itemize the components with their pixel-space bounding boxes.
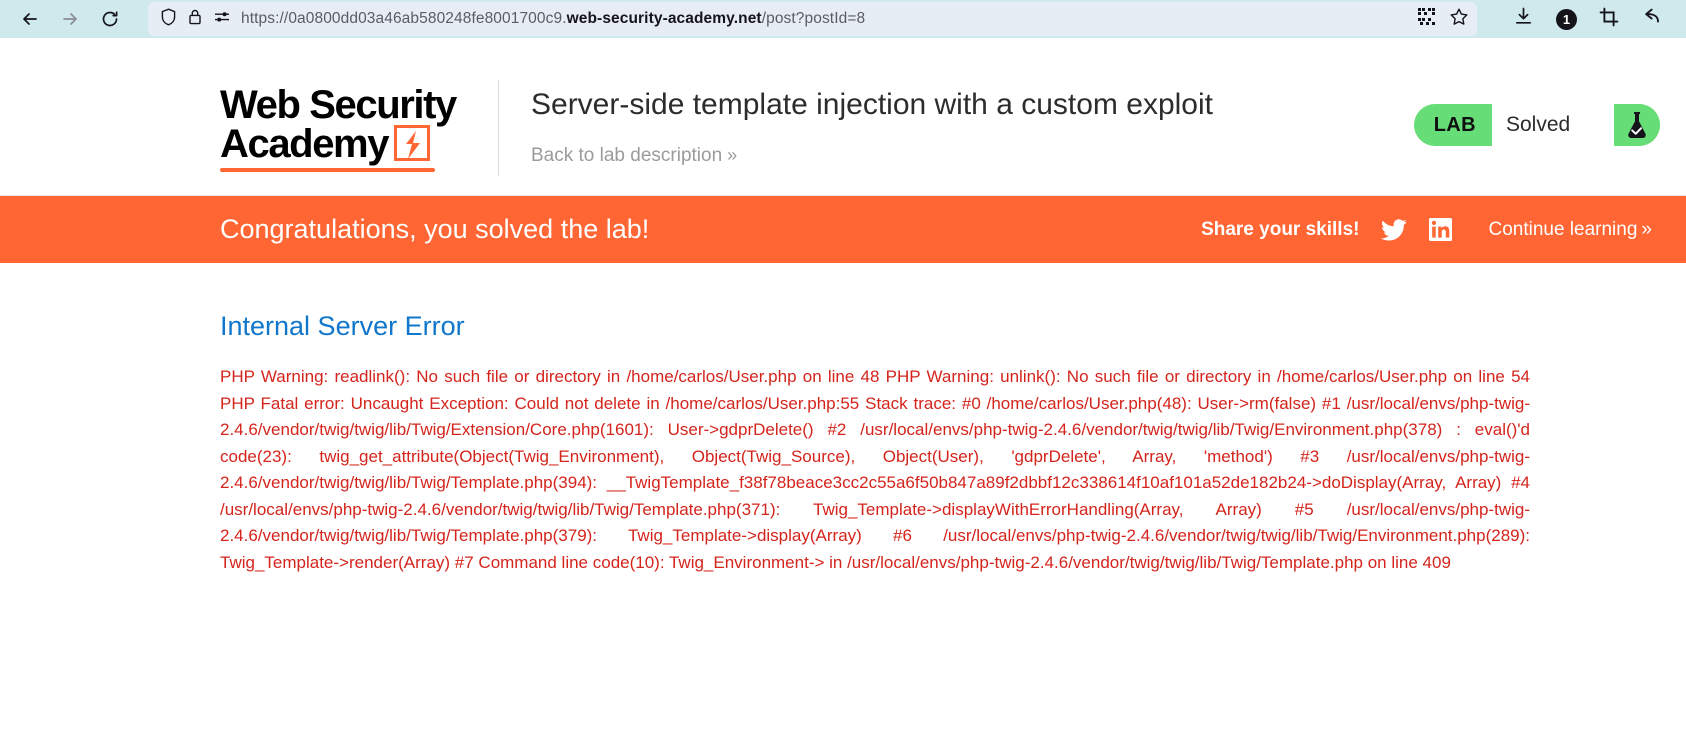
notification-badge[interactable]: 1 xyxy=(1556,8,1577,30)
crop-icon[interactable] xyxy=(1599,7,1619,32)
continue-learning-link[interactable]: Continue learning» xyxy=(1488,218,1651,241)
lightning-bolt-icon xyxy=(394,125,431,162)
download-icon[interactable] xyxy=(1513,6,1534,32)
address-bar[interactable]: https://0a0800dd03a46ab580248fe8001700c9… xyxy=(148,2,1477,36)
undo-arrow-icon[interactable] xyxy=(1641,6,1662,32)
continue-learning-label: Continue learning xyxy=(1488,218,1638,240)
header-titles: Server-side template injection with a cu… xyxy=(499,38,1686,167)
twitter-bird-icon[interactable] xyxy=(1381,218,1408,241)
congratulations-text: Congratulations, you solved the lab! xyxy=(220,214,650,244)
url-prefix: https://0a0800dd03a46ab580248fe8001700c9… xyxy=(241,10,567,27)
banner-actions: Share your skills! Continue learning» xyxy=(1201,218,1666,241)
lab-status-widget[interactable]: LAB Solved xyxy=(1413,104,1660,146)
forward-button[interactable] xyxy=(50,3,90,35)
flask-check-icon xyxy=(1614,104,1660,146)
logo-line-2-row: Academy xyxy=(220,122,480,167)
chevron-right-icon: » xyxy=(1641,218,1651,240)
congratulations-banner: Congratulations, you solved the lab! Sha… xyxy=(0,196,1686,263)
share-skills-label: Share your skills! xyxy=(1201,218,1360,240)
reload-button[interactable] xyxy=(90,3,130,35)
shield-icon[interactable] xyxy=(160,7,177,31)
star-icon[interactable] xyxy=(1449,7,1469,32)
chevron-right-icon: » xyxy=(727,145,737,165)
arrow-right-icon xyxy=(60,9,80,29)
logo-underline xyxy=(220,168,435,173)
url-host: web-security-academy.net xyxy=(566,10,762,27)
qr-code-icon[interactable] xyxy=(1417,7,1436,31)
logo-line-1: Web Security xyxy=(220,83,457,127)
address-bar-indicators xyxy=(156,7,239,31)
linkedin-icon[interactable] xyxy=(1429,218,1453,241)
site-logo[interactable]: Web Security Academy xyxy=(220,38,480,173)
error-heading: Internal Server Error xyxy=(220,311,465,341)
padlock-icon[interactable] xyxy=(188,8,202,31)
browser-actions: 1 xyxy=(1487,6,1676,32)
url-path: /post?postId=8 xyxy=(761,10,866,27)
reload-icon xyxy=(100,9,120,29)
lab-tag-label: LAB xyxy=(1433,113,1476,136)
back-button[interactable] xyxy=(10,3,50,35)
arrow-left-icon xyxy=(20,9,40,29)
site-header: Web Security Academy Server-side templat… xyxy=(0,38,1686,196)
url-text[interactable]: https://0a0800dd03a46ab580248fe8001700c9… xyxy=(239,10,1407,28)
error-stack-trace: PHP Warning: readlink(): No such file or… xyxy=(220,367,1530,572)
main-content: Internal Server Error PHP Warning: readl… xyxy=(0,263,1686,577)
browser-toolbar: https://0a0800dd03a46ab580248fe8001700c9… xyxy=(0,0,1686,38)
lab-status-badge: Solved xyxy=(1492,104,1614,146)
back-link-label: Back to lab description xyxy=(531,145,723,166)
site-permissions-icon[interactable] xyxy=(213,8,231,31)
address-bar-actions xyxy=(1407,7,1469,32)
back-to-lab-description-link[interactable]: Back to lab description» xyxy=(531,145,737,167)
logo-line-2: Academy xyxy=(220,122,389,167)
